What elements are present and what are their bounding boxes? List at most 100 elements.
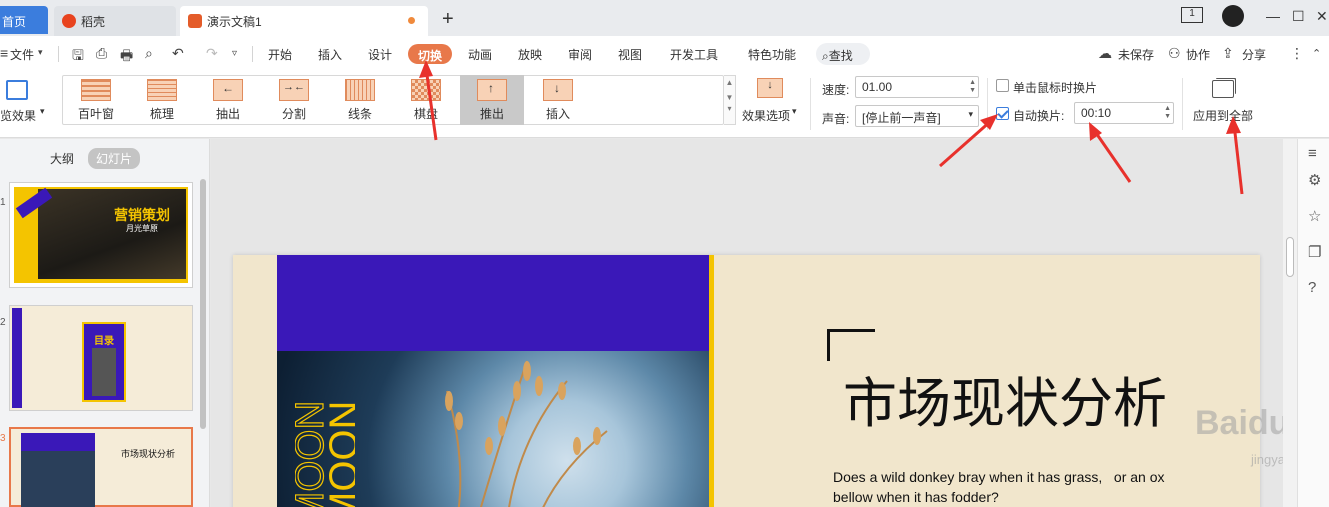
chevron-down-icon: ▾: [40, 106, 45, 116]
settings-sliders-icon[interactable]: ⚙: [1308, 171, 1321, 189]
window-icon[interactable]: ❐: [1308, 243, 1321, 261]
maximize-icon[interactable]: ☐: [1292, 8, 1305, 25]
share-button[interactable]: 分享: [1242, 46, 1266, 63]
click-advance-checkbox[interactable]: [996, 79, 1009, 92]
current-slide[interactable]: MOON MOON 市场现状分析 Does a wild donkey bray…: [233, 255, 1260, 507]
gallery-scrollbar[interactable]: ▲ ▼ ▾: [724, 75, 736, 125]
new-tab-button[interactable]: +: [442, 8, 454, 31]
menu-review[interactable]: 审阅: [568, 46, 592, 63]
slide-thumbnail[interactable]: 目录: [9, 305, 193, 411]
expand-gallery-icon[interactable]: ▾: [724, 104, 735, 113]
effect-split[interactable]: →← 分割: [262, 75, 326, 125]
menu-developer[interactable]: 开发工具: [670, 46, 718, 63]
preview-icon[interactable]: [6, 80, 28, 100]
presentation-icon: [188, 14, 202, 28]
slide-thumb-title: 目录: [94, 336, 114, 347]
divider: [58, 46, 59, 62]
star-icon[interactable]: ☆: [1308, 207, 1321, 225]
scroll-down-icon[interactable]: ▼: [724, 93, 735, 102]
canvas-scrollbar[interactable]: [1283, 139, 1297, 507]
more-icon[interactable]: ≡: [1308, 145, 1317, 162]
effect-options-button[interactable]: 效果选项: [742, 107, 790, 124]
avatar[interactable]: [1222, 5, 1244, 27]
save-icon[interactable]: 🖫: [72, 45, 84, 69]
search-button[interactable]: ⌕查找: [816, 43, 870, 65]
split-icon: →←: [279, 79, 309, 101]
slide-thumb-title: 营销策划: [114, 207, 170, 223]
close-icon[interactable]: ✕: [1316, 8, 1328, 25]
slide-title[interactable]: 市场现状分析: [843, 359, 1167, 438]
print-preview-icon[interactable]: ⌕: [145, 45, 153, 62]
effect-push[interactable]: ↑ 推出: [460, 75, 524, 125]
menu-view[interactable]: 视图: [618, 46, 642, 63]
page-count-badge[interactable]: 1: [1181, 7, 1203, 23]
menu-animation[interactable]: 动画: [468, 46, 492, 63]
ribbon-transition: 览效果 ▾ ▲ ▼ ▾ 百叶窗 梳理 ← 抽出 →← 分割 线条 棋盘 ↑ 推出 ↓ 插入 …: [0, 72, 1329, 138]
menu-design[interactable]: 设计: [368, 46, 392, 63]
divider: [1182, 78, 1183, 130]
sound-select[interactable]: [停止前一声音] ▾: [855, 105, 979, 127]
tab-outline[interactable]: 大纲: [50, 150, 74, 167]
effect-lines[interactable]: 线条: [328, 75, 392, 125]
customize-icon[interactable]: ▿: [232, 48, 237, 59]
divider: [987, 78, 988, 130]
undo-icon[interactable]: ↶: [172, 45, 184, 62]
unsaved-button[interactable]: 未保存: [1118, 46, 1154, 63]
export-icon[interactable]: ⎙: [96, 45, 107, 62]
chevron-down-icon: ▾: [792, 106, 797, 116]
collab-button[interactable]: 协作: [1186, 46, 1210, 63]
moon-filled-text: MOON: [322, 401, 355, 507]
hamburger-icon[interactable]: ≡: [0, 45, 8, 61]
menu-transition[interactable]: 切换: [408, 44, 452, 64]
tab-document[interactable]: 演示文稿1: [180, 6, 428, 36]
scroll-thumb[interactable]: [1286, 237, 1294, 277]
slide-thumb-subtitle: 月光草原: [126, 224, 158, 233]
effect-label: 线条: [347, 107, 372, 121]
auto-advance-time-input[interactable]: 00:10 ▲ ▼: [1074, 102, 1174, 124]
effect-comb[interactable]: 梳理: [130, 75, 194, 125]
menu-start[interactable]: 开始: [268, 46, 292, 63]
auto-advance-checkbox[interactable]: [996, 107, 1009, 120]
scroll-up-icon[interactable]: ▲: [724, 78, 735, 87]
tab-slides[interactable]: 幻灯片: [88, 148, 141, 169]
redo-icon[interactable]: ↷: [206, 45, 218, 62]
slide-thumbnail-selected[interactable]: 市场现状分析: [9, 427, 193, 507]
more-icon[interactable]: ⋮: [1290, 45, 1304, 62]
blinds-icon: [81, 79, 111, 101]
apply-all-icon[interactable]: [1212, 80, 1234, 98]
effect-insert[interactable]: ↓ 插入: [526, 75, 590, 125]
print-icon[interactable]: 🖶: [120, 45, 133, 69]
menu-file[interactable]: 文件: [10, 46, 34, 63]
help-icon[interactable]: ?: [1308, 279, 1316, 296]
right-toolbar: ≡ ⚙ ☆ ❐ ?: [1297, 139, 1329, 507]
slide-thumb-title: 市场现状分析: [121, 449, 176, 459]
search-label: 查找: [828, 49, 853, 63]
menu-special[interactable]: 特色功能: [748, 46, 796, 63]
effect-blinds[interactable]: 百叶窗: [64, 75, 128, 125]
effect-options-icon[interactable]: ↓: [757, 78, 783, 98]
tab-daoke[interactable]: 稻壳: [54, 6, 176, 36]
slide-canvas: MOON MOON 市场现状分析 Does a wild donkey bray…: [211, 139, 1329, 507]
share-icon: ⇪: [1222, 45, 1234, 61]
collapse-ribbon-icon[interactable]: ⌃: [1312, 47, 1321, 60]
menu-slideshow[interactable]: 放映: [518, 46, 542, 63]
spinner-icon[interactable]: ▲ ▼: [969, 79, 976, 95]
effect-checkerboard[interactable]: 棋盘: [394, 75, 458, 125]
speed-label: 速度:: [822, 83, 850, 97]
effect-label: 梳理: [149, 107, 174, 121]
push-icon: ↑: [477, 79, 507, 101]
speed-input[interactable]: 01.00 ▲ ▼: [855, 76, 979, 98]
tab-home[interactable]: 首页: [0, 6, 48, 34]
panel-scrollbar[interactable]: [200, 179, 206, 429]
preview-button[interactable]: 览效果: [0, 107, 36, 124]
slide-body-text[interactable]: Does a wild donkey bray when it has gras…: [833, 467, 1203, 507]
tab-bar: 首页 稻壳 演示文稿1 + 1 — ☐ ✕: [0, 0, 1329, 36]
effect-label: 插入: [545, 107, 570, 121]
minimize-icon[interactable]: —: [1266, 8, 1280, 24]
chevron-down-icon: ▾: [38, 47, 43, 57]
menu-insert[interactable]: 插入: [318, 46, 342, 63]
effect-pull[interactable]: ← 抽出: [196, 75, 260, 125]
apply-all-button[interactable]: 应用到全部: [1193, 107, 1253, 124]
spinner-icon[interactable]: ▲ ▼: [1164, 105, 1171, 121]
slide-thumbnail[interactable]: 营销策划 月光草原: [9, 182, 193, 288]
